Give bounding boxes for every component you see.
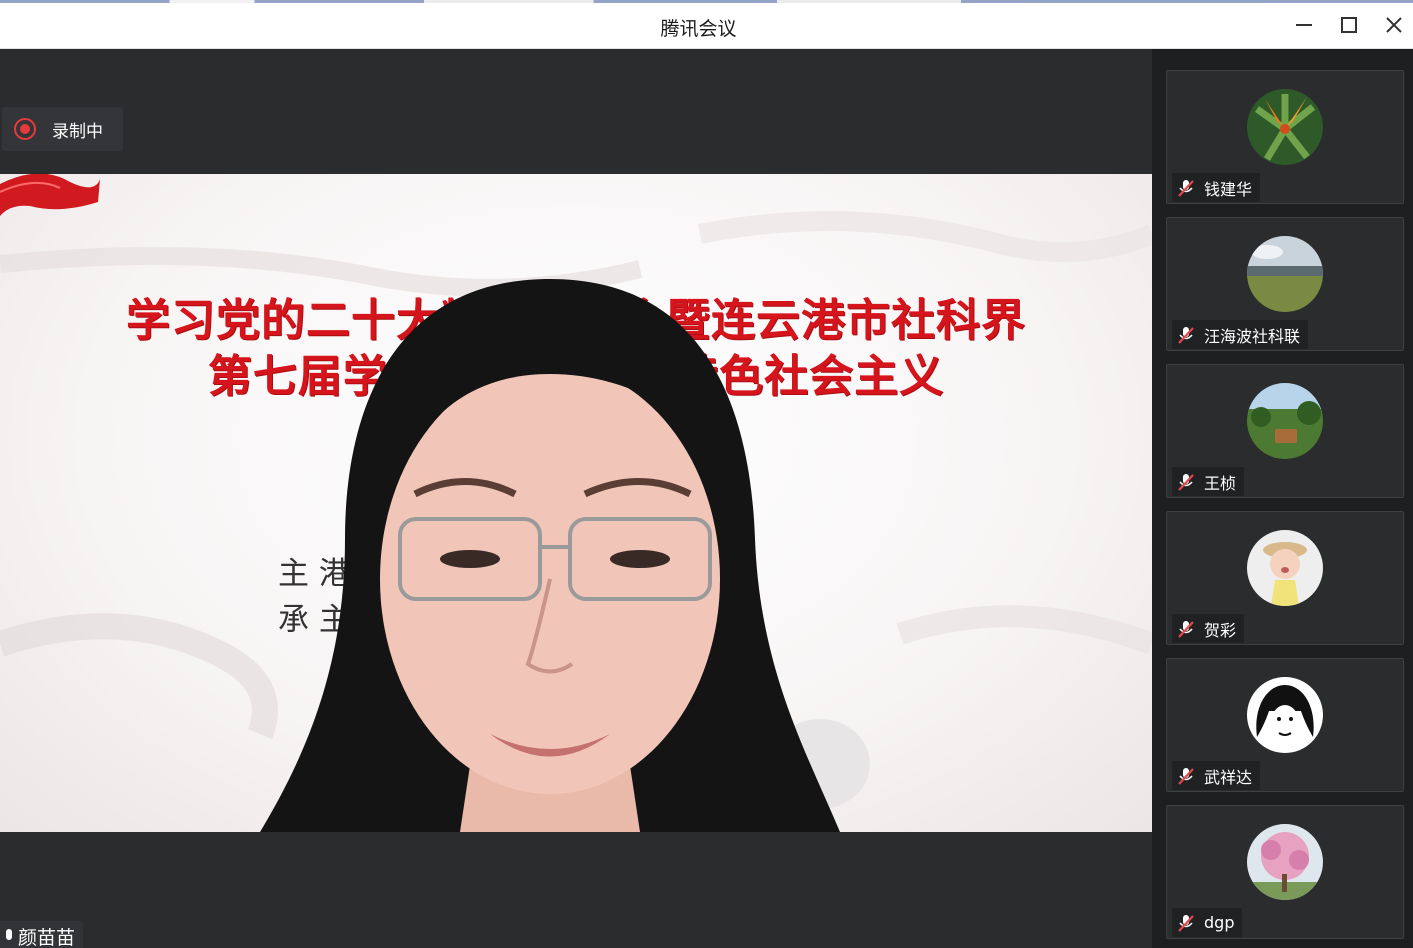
participant-name: dgp — [1204, 913, 1235, 932]
monkey-drawing-avatar — [1247, 677, 1323, 753]
garden-photo-avatar — [1247, 383, 1323, 459]
participant-name-tag: 汪海波社科联 — [1172, 320, 1309, 349]
active-speaker-name-tag: 颜苗苗 — [0, 921, 84, 948]
participant-tile[interactable]: dgp — [1166, 805, 1404, 939]
recording-indicator[interactable]: 录制中 — [2, 107, 123, 151]
blossom-tree-avatar — [1247, 824, 1323, 900]
plant-photo-avatar — [1247, 89, 1323, 165]
record-icon — [14, 118, 36, 140]
speaker-video-feed — [260, 279, 840, 832]
participant-name: 王桢 — [1204, 473, 1237, 493]
child-photo-avatar — [1247, 530, 1323, 606]
participant-name: 武祥达 — [1204, 767, 1253, 787]
participant-name-tag: 王桢 — [1172, 467, 1245, 496]
maximize-button[interactable] — [1336, 12, 1362, 38]
muted-microphone-icon — [1178, 767, 1194, 785]
participant-name-tag: dgp — [1172, 908, 1243, 937]
participant-tile[interactable]: 汪海波社科联 — [1166, 217, 1404, 351]
maximize-icon — [1341, 17, 1357, 33]
participant-tile[interactable]: 王桢 — [1166, 364, 1404, 498]
participant-name: 汪海波社科联 — [1204, 326, 1301, 346]
participant-video-list[interactable]: 钱建华 汪海波社科联 王桢 贺彩 武祥达 dgp — [1152, 49, 1413, 948]
presentation-slide: 学习党的二十大精神研讨会暨连云港市社科界 第七届学术大会 代中国特色社会主义 流… — [0, 174, 1152, 832]
muted-microphone-icon — [1178, 179, 1194, 197]
participant-tile[interactable]: 钱建华 — [1166, 70, 1404, 204]
muted-microphone-icon — [1178, 473, 1194, 491]
muted-microphone-icon — [1178, 914, 1194, 932]
shared-screen-area: 录制中 学习党的二十大精神研讨会暨连云港市社科界 第七届学术大会 代中国特色社会… — [0, 49, 1152, 948]
landscape-photo-avatar — [1247, 236, 1323, 312]
minimize-icon — [1296, 24, 1312, 26]
title-bar: 腾讯会议 — [0, 0, 1413, 49]
muted-microphone-icon — [1178, 620, 1194, 638]
muted-microphone-icon — [1178, 326, 1194, 344]
participant-name-tag: 武祥达 — [1172, 761, 1261, 790]
active-speaker-name: 颜苗苗 — [18, 926, 76, 948]
participant-tile[interactable]: 武祥达 — [1166, 658, 1404, 792]
meeting-window: 腾讯会议 录制中 学习党的二十大精神研讨会暨连云港 — [0, 0, 1413, 948]
participant-name-tag: 钱建华 — [1172, 173, 1261, 202]
participant-name: 钱建华 — [1204, 179, 1253, 199]
close-button[interactable] — [1381, 12, 1407, 38]
microphone-icon — [6, 929, 12, 940]
participant-name-tag: 贺彩 — [1172, 614, 1245, 643]
window-title: 腾讯会议 — [660, 18, 737, 40]
recording-label: 录制中 — [52, 121, 103, 142]
participant-name: 贺彩 — [1204, 620, 1237, 640]
minimize-button[interactable] — [1291, 12, 1317, 38]
close-icon — [1386, 17, 1402, 33]
participant-tile[interactable]: 贺彩 — [1166, 511, 1404, 645]
background-taskbar-strip — [0, 0, 1413, 3]
